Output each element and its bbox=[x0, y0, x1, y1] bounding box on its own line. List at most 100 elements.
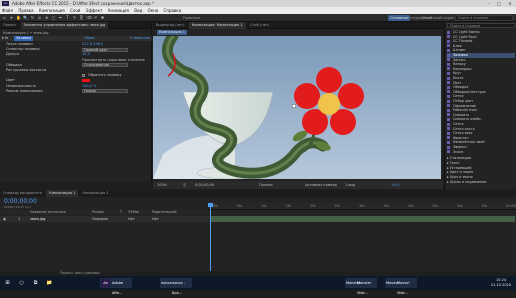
effect-category[interactable]: ▸ Шум и зерно bbox=[447, 175, 515, 180]
property-dropdown[interactable]: Прямой цвет bbox=[82, 47, 128, 52]
composition-canvas[interactable] bbox=[153, 36, 441, 179]
snapshot-icon[interactable]: ◫ bbox=[183, 181, 186, 189]
column-trkmat[interactable]: TrkMat bbox=[128, 210, 139, 215]
layer-mode[interactable]: Нормаль bbox=[92, 216, 108, 222]
views-dropdown[interactable]: 1 вид bbox=[345, 181, 355, 189]
hand-tool-icon[interactable]: ✋ bbox=[16, 15, 21, 20]
current-time-indicator[interactable] bbox=[210, 203, 211, 271]
column-source-name[interactable]: Название источника bbox=[30, 210, 66, 215]
time-ruler[interactable]: 00s 05s 10s 15s 20s 25s 30s 35s 40s 45s 50s 55s 01:0… bbox=[208, 202, 516, 210]
exposure-value[interactable]: +0,0 bbox=[391, 181, 400, 189]
roto-brush-tool-icon[interactable]: ✐ bbox=[93, 15, 98, 20]
column-parent[interactable]: Родительский bbox=[152, 210, 177, 215]
effect-preset-label: Рабочий пчел bbox=[453, 108, 478, 113]
tab-composition-1[interactable]: Композиция 1 bbox=[46, 190, 79, 197]
layer-row[interactable]: ◉ 1 змея.jpg Нормаль Нет Нет bbox=[0, 216, 210, 222]
effect-preset-label: Заливка bbox=[453, 53, 468, 57]
menu-help[interactable]: Справка bbox=[162, 7, 184, 14]
comp-subtab[interactable]: Композиция 1 bbox=[157, 30, 187, 35]
clock[interactable]: 15:24 01.10.2020 bbox=[488, 278, 514, 288]
effects-search-input[interactable]: Поиск в справке bbox=[447, 23, 515, 28]
menu-view[interactable]: Вид bbox=[132, 7, 144, 14]
mask-tool-icon[interactable]: □ bbox=[51, 15, 56, 20]
effect-preset-item[interactable]: Эскиз bbox=[447, 150, 515, 155]
eraser-tool-icon[interactable]: ⌫ bbox=[86, 15, 92, 20]
quality-dropdown[interactable]: Полное bbox=[259, 181, 273, 189]
taskbar-app-button[interactable]: Movavi Movavi Vide... bbox=[385, 278, 417, 295]
taskbar-app-button[interactable]: Monster Monster Vide... bbox=[345, 278, 377, 295]
selection-tool-icon[interactable]: ➤ bbox=[9, 15, 14, 20]
tab-composition-2[interactable]: Композиция 2 bbox=[79, 190, 111, 197]
tab-effect-controls[interactable]: Элементы управления эффектами: змея.jpg bbox=[20, 22, 109, 29]
ruler-tick-label: 40s bbox=[408, 204, 414, 208]
workspace-small-screen[interactable]: Маленький экран bbox=[420, 15, 456, 21]
effect-preset-label: CC Light Rays bbox=[453, 34, 477, 39]
menu-window[interactable]: Окно bbox=[146, 7, 161, 14]
current-time-indicator-head[interactable] bbox=[208, 203, 213, 207]
ruler-tick-label: 05s bbox=[236, 204, 243, 208]
search-taskbar-icon[interactable]: ○ bbox=[16, 278, 27, 288]
pan-behind-tool-icon[interactable]: ⊕ bbox=[44, 15, 49, 20]
timeline-timecode[interactable]: 0;00;00;00 bbox=[4, 198, 37, 205]
visibility-eye-icon[interactable]: ◉ bbox=[3, 216, 6, 222]
tab-layer[interactable]: Слой (нет) bbox=[247, 22, 272, 29]
puppet-tool-icon[interactable]: ✱ bbox=[100, 15, 105, 20]
ruler-tick-label: 20s bbox=[310, 204, 316, 208]
menu-layer[interactable]: Слой bbox=[68, 7, 82, 14]
layer-trkmat[interactable]: Нет bbox=[128, 216, 135, 222]
color-swatch[interactable] bbox=[82, 79, 90, 83]
column-mode[interactable]: Режим bbox=[92, 210, 104, 215]
camera-dropdown[interactable]: Активная камера bbox=[305, 181, 337, 189]
ruler-tick-label: 30s bbox=[359, 204, 365, 208]
effect-icon bbox=[447, 145, 450, 149]
property-dropdown[interactable]: Сглаживание bbox=[82, 63, 128, 68]
maximize-button[interactable]: □ bbox=[494, 0, 504, 7]
layer-parent[interactable]: Нет bbox=[152, 216, 159, 222]
effect-preset-label: Фрактал bbox=[453, 135, 469, 140]
effect-property-row[interactable]: Режим смешивания Норма bbox=[0, 89, 152, 94]
menu-effect[interactable]: Эффект bbox=[84, 7, 105, 14]
type-tool-icon[interactable]: T bbox=[65, 15, 70, 20]
snap-label[interactable]: Привязка bbox=[181, 15, 202, 21]
rotate-tool-icon[interactable]: ↻ bbox=[30, 15, 35, 20]
clone-stamp-tool-icon[interactable]: ⎘ bbox=[79, 15, 84, 20]
menu-animation[interactable]: Анимация bbox=[106, 7, 131, 14]
pen-tool-icon[interactable]: ✒ bbox=[58, 15, 63, 20]
zoom-dropdown[interactable]: 100% bbox=[157, 181, 167, 189]
menu-composition[interactable]: Композиция bbox=[37, 7, 67, 14]
column-t[interactable]: Т bbox=[120, 210, 122, 215]
menu-file[interactable]: Файл bbox=[0, 7, 15, 14]
taskbar-app-button[interactable]: поиск поиск - Бра... bbox=[160, 278, 192, 295]
close-button[interactable]: ✕ bbox=[505, 0, 515, 7]
property-dropdown[interactable]: Норма bbox=[82, 89, 128, 94]
layer-duration-bar[interactable] bbox=[210, 216, 515, 222]
effect-preset-label: Сетка вокс bbox=[453, 131, 473, 136]
effect-icon bbox=[447, 67, 450, 71]
checkbox[interactable] bbox=[82, 74, 85, 78]
camera-tool-icon[interactable]: ◎ bbox=[37, 15, 42, 20]
taskbar-app-button[interactable]: Ae Adobe Afte... bbox=[100, 278, 132, 295]
layer-name[interactable]: змея.jpg bbox=[30, 216, 45, 222]
effect-icon bbox=[447, 90, 450, 94]
start-windows-icon[interactable]: ⊞ bbox=[2, 278, 13, 288]
effect-category[interactable]: ▸ Шумы и подавление bbox=[447, 180, 515, 185]
reset-button[interactable]: Сброс bbox=[84, 36, 95, 41]
app-logo: Ae bbox=[2, 1, 9, 6]
tab-composition[interactable]: Композиция: Композиция 1 bbox=[188, 22, 246, 29]
viewer-timecode[interactable]: 0;00;00;00 bbox=[195, 181, 214, 189]
help-search-input[interactable]: Поиск в справке bbox=[455, 15, 513, 21]
tab-render-queue[interactable]: Очередь рендеринга bbox=[0, 190, 45, 197]
file-explorer-icon[interactable]: 📁 bbox=[44, 278, 55, 288]
effect-header[interactable]: ▾ fx Заливка Сброс О фильтре bbox=[0, 36, 152, 41]
about-button[interactable]: О фильтре bbox=[130, 36, 150, 41]
zoom-tool-icon[interactable]: 🔍 bbox=[23, 15, 28, 20]
minimize-button[interactable]: – bbox=[484, 0, 494, 7]
effect-category-label: Устаревший bbox=[449, 165, 472, 170]
task-view-icon[interactable]: ⧉ bbox=[30, 278, 41, 288]
effect-icon bbox=[447, 140, 450, 144]
home-icon[interactable]: ⌂ bbox=[2, 15, 7, 20]
menu-edit[interactable]: Правка bbox=[16, 7, 35, 14]
tab-footage[interactable]: Видеоряд (нет) bbox=[153, 22, 187, 29]
brush-tool-icon[interactable]: ✎ bbox=[72, 15, 77, 20]
tab-project[interactable]: Проект bbox=[0, 22, 19, 29]
